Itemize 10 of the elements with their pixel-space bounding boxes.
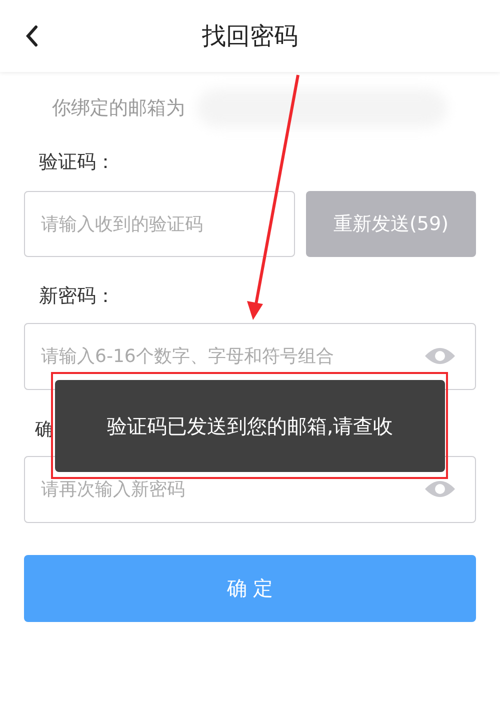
- toast-message: 验证码已发送到您的邮箱,请查收: [55, 380, 445, 472]
- page-title: 找回密码: [202, 21, 298, 52]
- field-label: 新密码：: [38, 284, 116, 309]
- email-note: 你绑定的邮箱为: [52, 96, 185, 121]
- eye-icon[interactable]: [424, 479, 456, 499]
- field-label: 验证码：: [38, 150, 116, 175]
- confirm-button[interactable]: 确 定: [24, 555, 476, 622]
- back-icon[interactable]: [24, 24, 40, 48]
- code-input-field[interactable]: 请输入收到的验证码: [24, 191, 295, 257]
- eye-icon[interactable]: [424, 346, 456, 366]
